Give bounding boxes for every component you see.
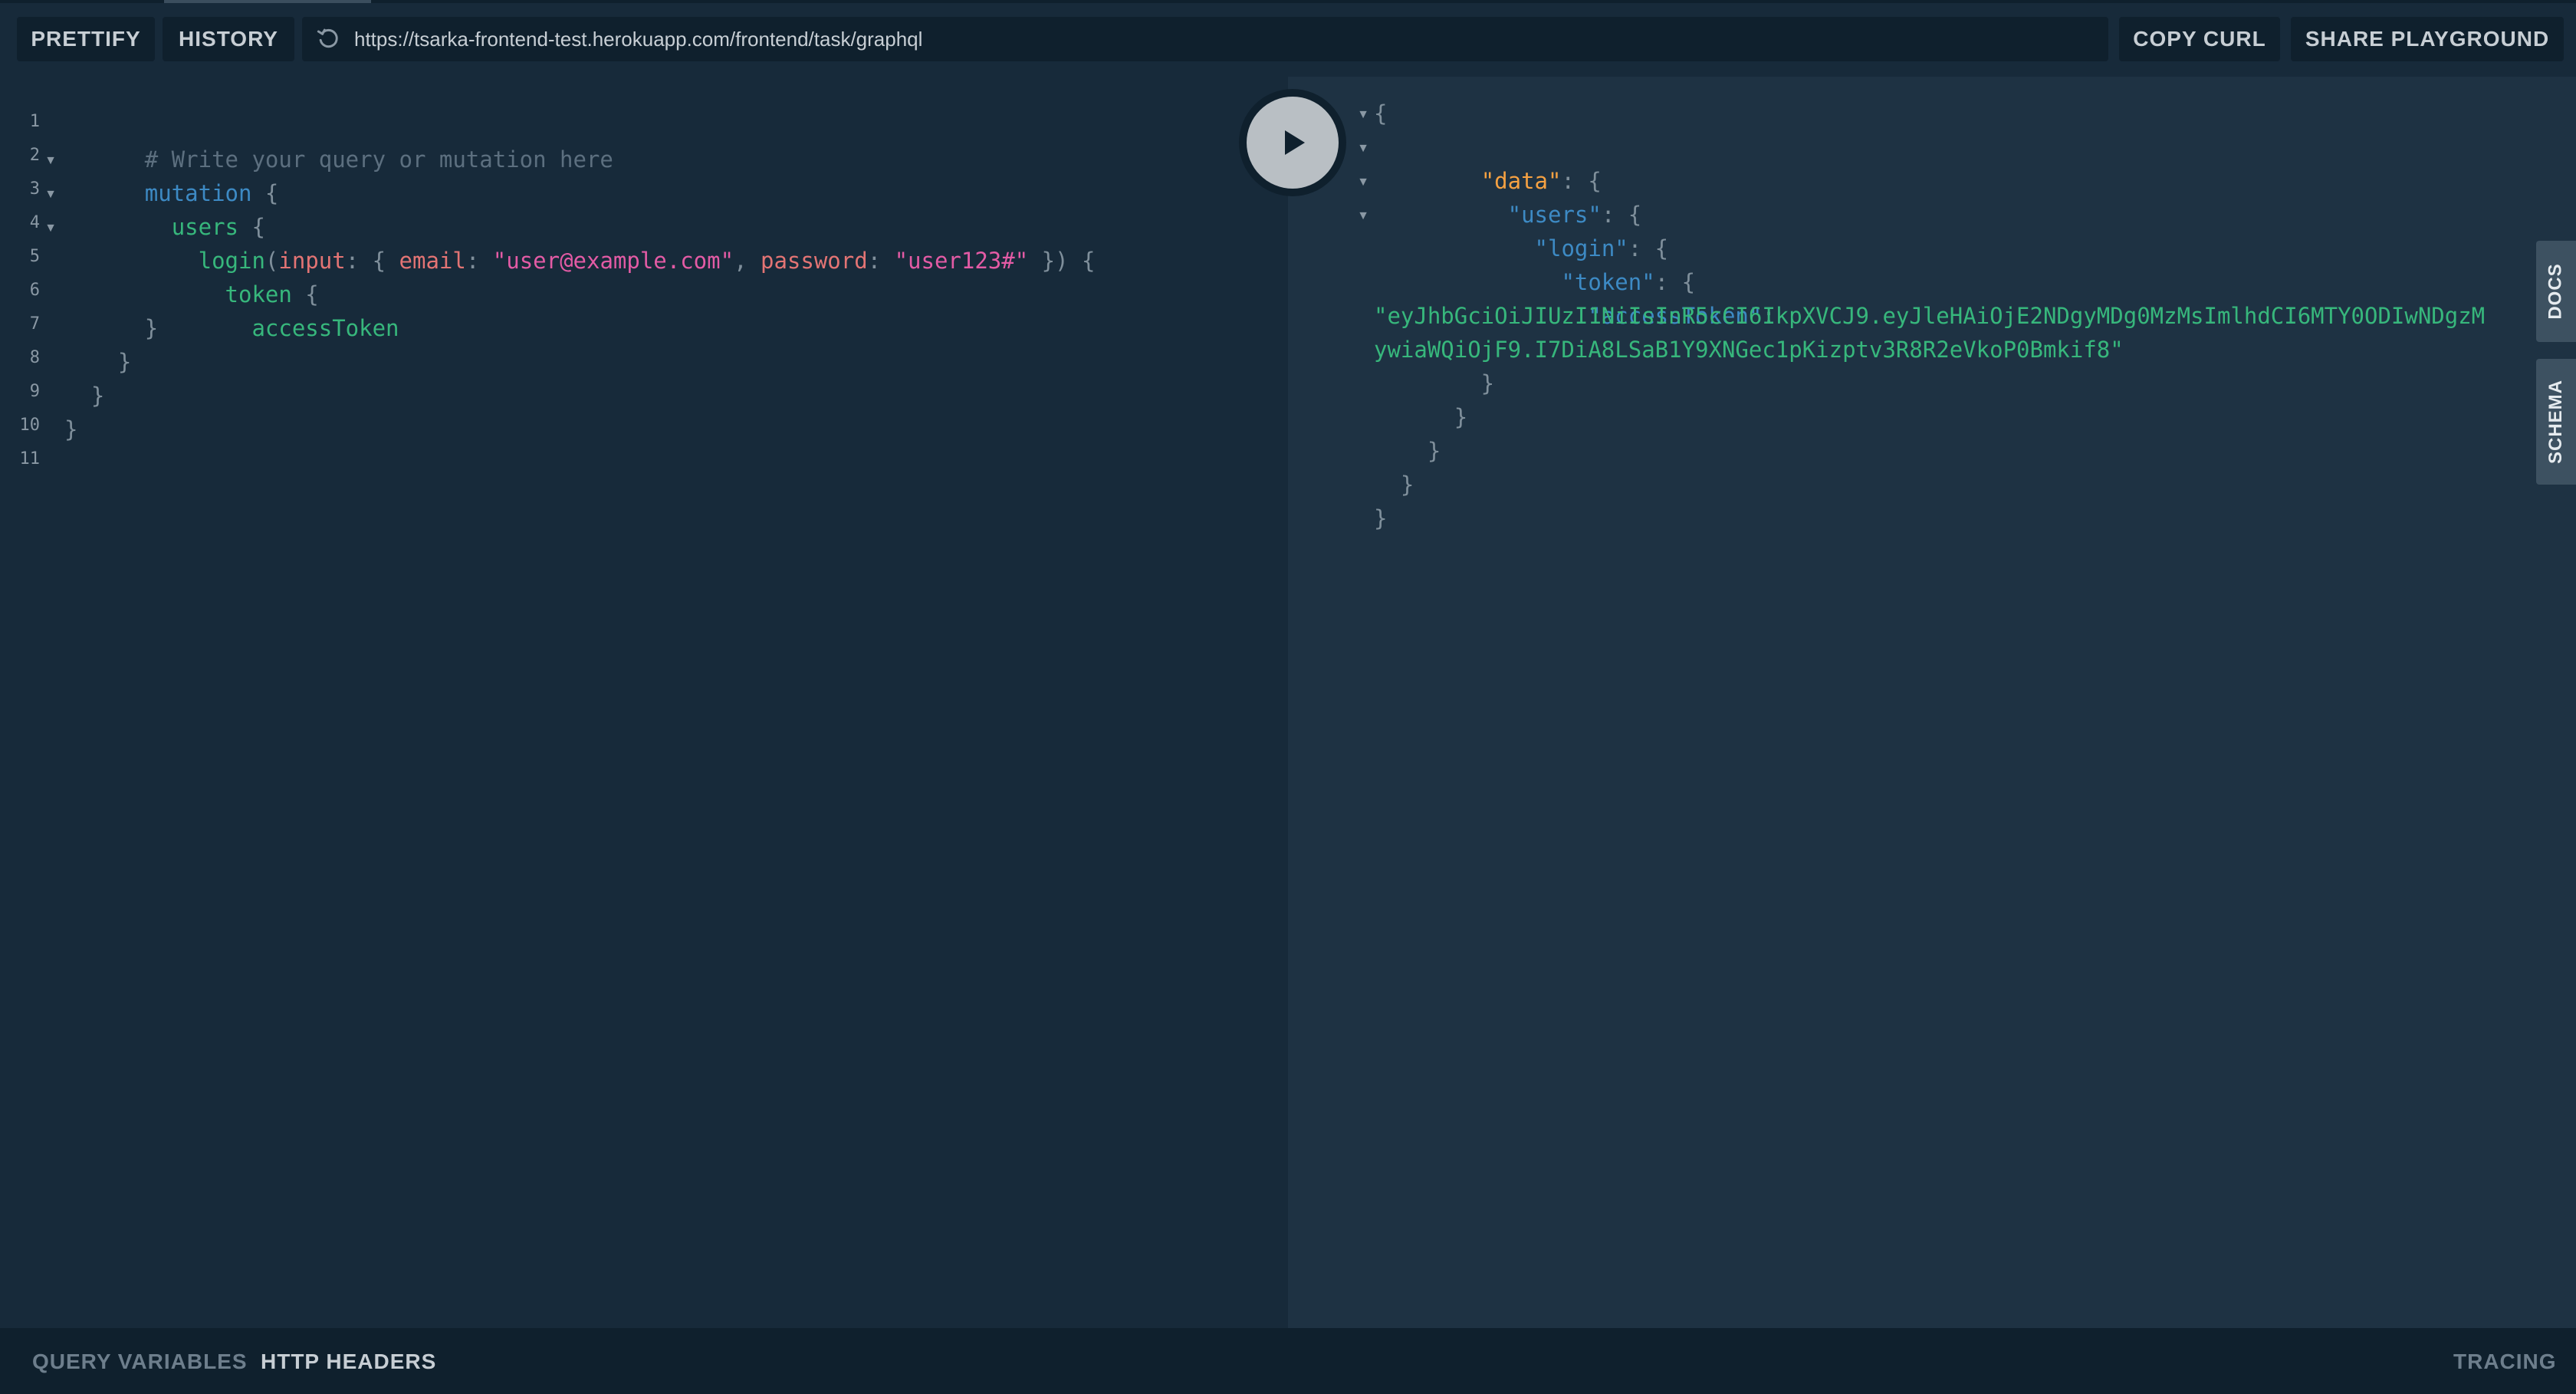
line-number: 1 — [29, 112, 40, 131]
endpoint-url-input[interactable] — [354, 27, 2087, 51]
result-line: "token": { — [1561, 269, 1696, 295]
share-playground-button[interactable]: SHARE PLAYGROUND — [2291, 17, 2564, 61]
code-line: accessToken — [64, 278, 399, 341]
graphql-playground: PRETTIFY HISTORY COPY CURL SHARE PLAYGRO… — [0, 0, 2576, 1394]
line-number: 7 — [29, 314, 40, 334]
result-line: } — [1374, 472, 1414, 498]
line-number: 2 — [29, 146, 40, 165]
docs-tab-label: DOCS — [2545, 263, 2566, 320]
code-line: mutation { — [144, 180, 279, 206]
result-line: { — [1374, 100, 1388, 127]
http-headers-tab[interactable]: HTTP HEADERS — [261, 1350, 436, 1374]
schema-tab-label: SCHEMA — [2545, 379, 2567, 465]
password-value: "user123#" — [894, 248, 1029, 274]
bottom-panel-bar: QUERY VARIABLES HTTP HEADERS TRACING — [0, 1328, 2576, 1394]
fold-arrow-icon[interactable]: ▼ — [43, 187, 58, 202]
code-line: # Write your query or mutation here — [64, 109, 613, 173]
access-token-field: accessToken — [251, 315, 399, 341]
execute-query-button[interactable] — [1239, 89, 1346, 196]
result-line: } — [1374, 404, 1468, 430]
schema-tab[interactable]: SCHEMA — [2536, 359, 2576, 485]
tracing-tab[interactable]: TRACING — [2453, 1350, 2557, 1374]
line-number: 9 — [29, 382, 40, 401]
toolbar: PRETTIFY HISTORY COPY CURL SHARE PLAYGRO… — [0, 3, 2576, 77]
docs-tab[interactable]: DOCS — [2536, 241, 2576, 342]
code-line: login(input: { email: "user@example.com"… — [198, 248, 1096, 274]
code-line: users { — [171, 214, 265, 240]
result-line: } — [1374, 438, 1441, 464]
result-line: "data": { — [1480, 168, 1602, 194]
code-line: } — [64, 416, 78, 442]
password-argument: password — [760, 248, 868, 274]
result-line: } — [1374, 505, 1388, 531]
fold-arrow-icon[interactable]: ▼ — [43, 221, 58, 236]
line-number: 6 — [29, 281, 40, 300]
code-line: token { — [225, 281, 319, 307]
line-number: 4 — [29, 213, 40, 232]
code-line: } — [64, 349, 132, 375]
endpoint-url-bar — [302, 17, 2108, 61]
email-value: "user@example.com" — [492, 248, 734, 274]
play-icon — [1247, 97, 1339, 189]
line-number: 8 — [29, 348, 40, 367]
query-variables-tab[interactable]: QUERY VARIABLES — [32, 1350, 248, 1374]
history-button[interactable]: HISTORY — [163, 17, 294, 61]
reload-icon[interactable] — [316, 27, 340, 51]
copy-curl-button[interactable]: COPY CURL — [2119, 17, 2280, 61]
result-line: } — [1374, 370, 1495, 396]
line-number: 3 — [29, 179, 40, 199]
fold-arrow-icon[interactable]: ▼ — [1355, 175, 1371, 190]
line-number: 11 — [19, 449, 41, 469]
access-token-value-cont: ywiaWQiOjF9.I7DiA8LSaB1Y9XNGec1pKizptv3R… — [1374, 337, 2124, 363]
fold-arrow-icon[interactable]: ▼ — [1355, 107, 1371, 123]
line-number: 10 — [19, 416, 41, 435]
fold-arrow-icon[interactable]: ▼ — [1355, 141, 1371, 156]
result-line: "login": { — [1534, 235, 1669, 261]
fold-arrow-icon[interactable]: ▼ — [43, 153, 58, 169]
email-argument: email — [399, 248, 466, 274]
result-viewer: ▼ ▼ ▼ ▼ { "data": { "users": { "login": … — [1288, 77, 2576, 1328]
prettify-button[interactable]: PRETTIFY — [17, 17, 155, 61]
code-line: } — [64, 315, 159, 341]
query-editor[interactable]: 1 2 3 4 5 6 7 8 9 10 11 ▼ ▼ ▼ # Write yo… — [0, 77, 1288, 1328]
result-line: "accessToken": — [1588, 303, 1776, 329]
result-line: "users": { — [1507, 202, 1642, 228]
access-token-value: "eyJhbGciOiJIUzI1NiIsInR5cCI6IkpXVCJ9.ey… — [1374, 303, 2486, 329]
fold-arrow-icon[interactable]: ▼ — [1355, 209, 1371, 224]
code-line: } — [64, 383, 105, 409]
line-number: 5 — [29, 247, 40, 266]
